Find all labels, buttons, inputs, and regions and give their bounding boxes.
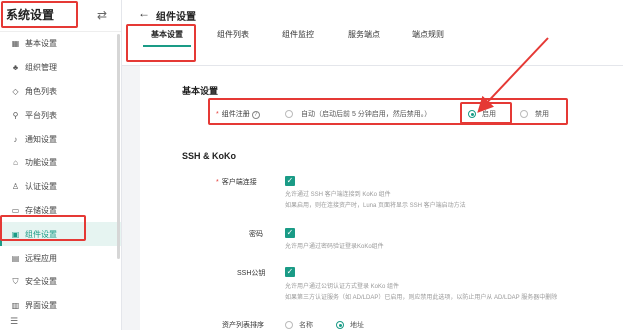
tab-service-endpoints[interactable]: 服务端点 <box>331 25 397 45</box>
sidebar-item-label: 通知设置 <box>25 134 57 144</box>
platform-icon: ⚲ <box>12 110 19 120</box>
org-icon: ♣ <box>12 63 19 73</box>
collapse-menu-icon[interactable]: ☰ <box>10 316 18 327</box>
security-icon: ⛉ <box>12 276 19 286</box>
radio-sort-name[interactable] <box>285 321 293 329</box>
password-label: 密码 <box>249 231 263 238</box>
checkbox-client-connect[interactable]: ✓ <box>285 176 295 186</box>
radio-register-auto-label: 自动（启动后前 5 分钟启用，然后禁用。） <box>301 111 432 118</box>
annotation-box-tab <box>126 24 196 62</box>
client-connect-label: * 客户端连接 <box>216 179 257 186</box>
sidebar-item-label: 平台列表 <box>25 110 57 120</box>
radio-sort-address-label: 地址 <box>350 322 364 329</box>
sidebar-item-label: 界面设置 <box>25 301 57 311</box>
sidebar-item-label: 功能设置 <box>25 158 57 168</box>
checkbox-password[interactable]: ✓ <box>285 228 295 238</box>
checkbox-ssh-key[interactable]: ✓ <box>285 267 295 277</box>
client-connect-label-text: 客户端连接 <box>221 179 257 186</box>
radio-register-disable-label: 禁用 <box>535 111 549 118</box>
sidebar-item[interactable]: ♣ 组织管理 <box>0 56 121 80</box>
sidebar-item-label: 基本设置 <box>25 39 57 49</box>
page-header: ← 组件设置 基本设置 组件列表 组件监控 服务端点 端点规则 <box>122 0 623 66</box>
radio-register-auto[interactable] <box>285 110 293 118</box>
radio-register-enable[interactable] <box>468 110 476 118</box>
sidebar-menu: ▦ 基本设置 ♣ 组织管理 ◇ 角色列表 ⚲ 平台列表 ♪ 通知设置 ⌂ 功能设置 ♙ 认证设置 ▭ 存储设置… <box>0 32 121 318</box>
section-title-ssh: SSH & KoKo <box>182 151 236 161</box>
sidebar-scrollbar[interactable] <box>117 34 120 259</box>
tab-component-monitoring[interactable]: 组件监控 <box>265 25 331 45</box>
grid-icon: ▦ <box>11 39 20 49</box>
sidebar-header: 系统设置 ⇄ <box>0 0 121 32</box>
tab-endpoint-rules[interactable]: 端点规则 <box>397 25 459 45</box>
sidebar-item-label: 认证设置 <box>25 182 57 192</box>
home-icon: ⌂ <box>13 158 18 168</box>
client-connect-help-1: 允许通过 SSH 客户端连接到 KoKo 组件 <box>285 192 391 198</box>
help-circle-icon: ? <box>251 111 260 119</box>
radio-register-disable[interactable] <box>520 110 528 118</box>
storage-icon: ▭ <box>11 205 20 215</box>
password-help: 允许用户通过密码验证登录KoKo组件 <box>285 244 384 250</box>
bell-icon: ♪ <box>13 134 18 144</box>
sidebar-item[interactable]: ▤ 远程应用 <box>0 246 121 270</box>
page-title: 组件设置 <box>156 12 196 23</box>
radio-register-enable-label: 启用 <box>482 111 496 118</box>
shield-icon: ◇ <box>12 86 19 96</box>
sidebar-item-label: 安全设置 <box>25 277 57 287</box>
swap-icon[interactable]: ⇄ <box>97 8 107 22</box>
sidebar-item[interactable]: ⌂ 功能设置 <box>0 151 121 175</box>
settings-form: 基本设置 * 组件注册 ? 自动（启动后前 5 分钟启用，然后禁用。） 启用 禁用… <box>140 66 623 330</box>
sidebar-item-label: 远程应用 <box>25 253 57 263</box>
annotation-box-active-item <box>0 215 86 241</box>
ssh-key-help-1: 允许用户通过公钥认证方式登录 KoKo 组件 <box>285 284 400 290</box>
interface-icon: ▥ <box>11 301 20 311</box>
back-arrow-icon[interactable]: ← <box>138 6 150 20</box>
sidebar-item[interactable]: ⚲ 平台列表 <box>0 103 121 127</box>
user-icon: ♙ <box>11 182 20 192</box>
sidebar-item[interactable]: ▥ 界面设置 <box>0 294 121 318</box>
ssh-key-label: SSH公钥 <box>237 270 266 277</box>
sidebar-item[interactable]: ▦ 基本设置 <box>0 32 121 56</box>
sidebar-item[interactable]: ♙ 认证设置 <box>0 175 121 199</box>
radio-sort-name-label: 名称 <box>299 322 313 329</box>
remote-app-icon: ▤ <box>11 253 20 263</box>
section-title-basic: 基本设置 <box>182 86 219 96</box>
ssh-key-help-2: 如果第三方认证服务（如 AD/LDAP）已启用，则应禁用此选项，以防止用户从 A… <box>285 295 558 301</box>
register-label: * 组件注册 ? <box>216 109 260 119</box>
tab-component-list[interactable]: 组件列表 <box>201 25 265 45</box>
sidebar-item-label: 角色列表 <box>25 86 57 96</box>
register-label-text: 组件注册 <box>221 111 250 118</box>
sidebar-item-label: 组织管理 <box>25 63 57 73</box>
client-connect-help-2: 如果启用，则在连接资产时，Luna 页面将显示 SSH 客户端启动方法 <box>285 203 466 209</box>
asset-sort-label: 资产列表排序 <box>222 322 264 329</box>
sidebar-item[interactable]: ◇ 角色列表 <box>0 80 121 104</box>
radio-sort-address[interactable] <box>336 321 344 329</box>
annotation-box-sidebar-title <box>1 1 78 28</box>
sidebar-item[interactable]: ⛉ 安全设置 <box>0 270 121 294</box>
sidebar: 系统设置 ⇄ ▦ 基本设置 ♣ 组织管理 ◇ 角色列表 ⚲ 平台列表 ♪ 通知设置 ⌂ 功能设置 ♙ 认证… <box>0 0 122 330</box>
sidebar-item[interactable]: ♪ 通知设置 <box>0 127 121 151</box>
